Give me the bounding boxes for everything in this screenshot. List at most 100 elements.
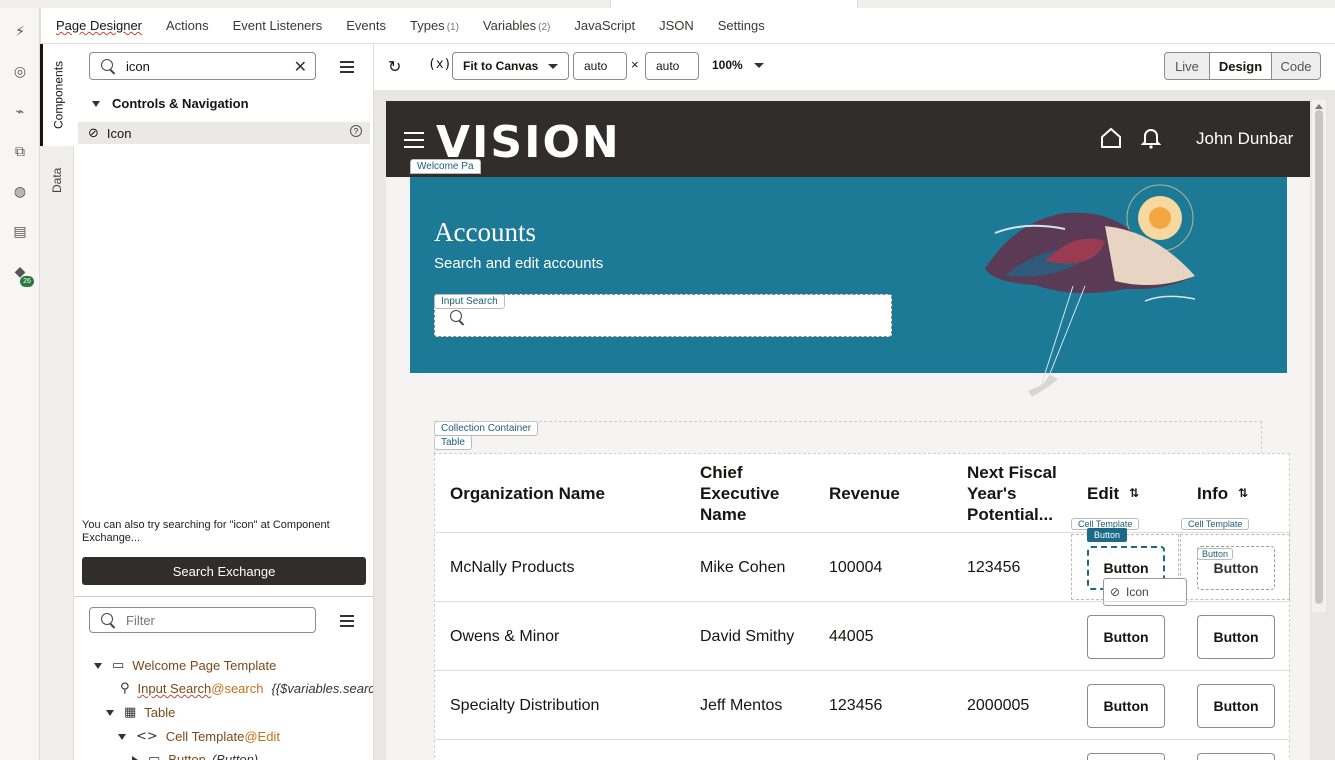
- menu-icon[interactable]: [340, 615, 354, 627]
- times-sign: ×: [631, 57, 639, 72]
- row2-info-button[interactable]: Button: [1197, 615, 1275, 659]
- user-name[interactable]: John Dunbar: [1196, 129, 1293, 149]
- tab-json[interactable]: JSON: [659, 18, 694, 33]
- icon-component-icon: ⊘: [88, 125, 99, 141]
- row3-ceo: Jeff Mentos: [700, 697, 783, 714]
- tree-item-table[interactable]: ▦ Table: [106, 705, 175, 720]
- app-header: VISION John Dunbar: [386, 101, 1310, 177]
- tab-settings[interactable]: Settings: [718, 18, 765, 33]
- row3-revenue: 123456: [829, 697, 883, 714]
- document-icon[interactable]: ▤: [10, 222, 30, 242]
- tab-variables[interactable]: Variables (2): [483, 18, 550, 33]
- live-mode-button[interactable]: Live: [1164, 52, 1210, 80]
- tab-components[interactable]: Components: [40, 44, 74, 146]
- row2-edit-button[interactable]: Button: [1087, 615, 1165, 659]
- component-item-icon[interactable]: ⊘ Icon ?: [78, 122, 370, 144]
- code-mode-button[interactable]: Code: [1271, 52, 1321, 80]
- header-organization-name[interactable]: Organization Name: [450, 483, 670, 504]
- page-preview: VISION John Dunbar Welcome Pa ⌂ Accounts…: [386, 101, 1310, 760]
- tree-item-welcome-page-template[interactable]: ▭ Welcome Page Template: [94, 658, 276, 673]
- canvas-scrollbar[interactable]: [1312, 100, 1326, 612]
- search-exchange-button[interactable]: Search Exchange: [82, 557, 366, 585]
- sort-icon[interactable]: ⇅: [1129, 483, 1139, 504]
- variables-icon[interactable]: (x): [428, 57, 451, 72]
- width-input[interactable]: auto: [573, 52, 627, 80]
- row4-edit-button[interactable]: [1087, 753, 1165, 760]
- row-divider: [435, 670, 1291, 671]
- header-info[interactable]: Info ⇅: [1197, 483, 1287, 504]
- group-controls-navigation[interactable]: Controls & Navigation: [92, 96, 249, 111]
- chevron-down-icon: [118, 733, 126, 740]
- clear-icon[interactable]: ✕: [294, 57, 307, 76]
- row3-edit-button[interactable]: Button: [1087, 684, 1165, 728]
- page-subtitle: Search and edit accounts: [434, 255, 604, 272]
- tree-item-cell-template[interactable]: <> Cell Template @Edit: [118, 729, 280, 744]
- filter-input[interactable]: Filter: [89, 607, 316, 633]
- row-divider: [435, 601, 1291, 602]
- side-tabs: Components Data: [40, 44, 74, 760]
- row1-org: McNally Products: [450, 559, 575, 576]
- code-icon: <>: [136, 729, 158, 744]
- info-button-label[interactable]: Button: [1197, 548, 1234, 560]
- row4-info-button[interactable]: [1197, 753, 1275, 760]
- hero-illustration: [985, 184, 1196, 387]
- designer-tabs: Page Designer Actions Event Listeners Ev…: [40, 8, 1335, 44]
- chevron-down-icon: [94, 662, 102, 669]
- tab-actions[interactable]: Actions: [166, 18, 209, 33]
- header-next-fiscal[interactable]: Next Fiscal Year's Potential...: [967, 462, 1067, 525]
- height-input[interactable]: auto: [645, 52, 699, 80]
- row3-org: Specialty Distribution: [450, 697, 600, 714]
- chevron-right-icon: [132, 755, 138, 760]
- scroll-up-icon[interactable]: [1315, 104, 1323, 109]
- sort-icon[interactable]: ⇅: [1238, 483, 1248, 504]
- header-edit[interactable]: Edit ⇅: [1087, 483, 1177, 504]
- row3-info-button[interactable]: Button: [1197, 684, 1275, 728]
- zoom-chevron-icon[interactable]: [754, 63, 764, 68]
- refresh-icon[interactable]: ↻: [388, 57, 401, 76]
- tree-item-button[interactable]: ▭ Button (Button): [132, 752, 258, 760]
- scroll-thumb[interactable]: [1315, 110, 1323, 604]
- tab-page-designer[interactable]: Page Designer: [56, 18, 142, 33]
- zoom-select[interactable]: 100%: [712, 58, 743, 72]
- accounts-table: Organization Name Chief Executive Name R…: [434, 453, 1291, 760]
- tab-types[interactable]: Types (1): [410, 18, 459, 33]
- tab-data[interactable]: Data: [40, 156, 74, 204]
- home-icon[interactable]: [1100, 127, 1122, 149]
- exchange-hint: You can also try searching for "icon" at…: [82, 519, 330, 544]
- cell-template-info-label[interactable]: Cell Template: [1181, 518, 1250, 530]
- help-icon[interactable]: ?: [350, 125, 362, 137]
- puzzle-icon[interactable]: ⧉: [10, 142, 30, 162]
- bell-icon[interactable]: [1140, 127, 1162, 149]
- component-search[interactable]: icon ✕: [89, 52, 316, 80]
- design-mode-button[interactable]: Design: [1209, 52, 1272, 80]
- tab-javascript[interactable]: JavaScript: [574, 18, 635, 33]
- welcome-page-label[interactable]: Welcome Pa: [410, 159, 481, 174]
- search-icon: [100, 58, 116, 74]
- selected-button-label[interactable]: Button: [1087, 528, 1128, 542]
- tab-event-listeners[interactable]: Event Listeners: [233, 18, 323, 33]
- input-search-label[interactable]: Input Search: [434, 294, 505, 309]
- chevron-down-icon: [106, 709, 114, 716]
- row-divider: [435, 739, 1291, 740]
- row3-next: 2000005: [967, 697, 1030, 714]
- search-icon: [100, 612, 116, 628]
- row2-org: Owens & Minor: [450, 628, 560, 645]
- lightning-icon[interactable]: ⚡: [10, 22, 30, 42]
- fit-to-canvas-select[interactable]: Fit to Canvas: [452, 52, 569, 80]
- target-icon[interactable]: ◎: [10, 62, 30, 82]
- header-divider: [435, 532, 1291, 533]
- tree-item-input-search[interactable]: ⚲ Input Search @search {{$variables.sear…: [120, 681, 373, 696]
- row2-ceo: David Smithy: [700, 628, 795, 645]
- table-label[interactable]: Table: [434, 435, 472, 450]
- button-icon: ▭: [148, 752, 161, 760]
- tab-events[interactable]: Events: [346, 18, 386, 33]
- header-revenue[interactable]: Revenue: [829, 483, 949, 504]
- header-chief-executive-name[interactable]: Chief Executive Name: [700, 462, 810, 525]
- chevron-down-icon: [92, 100, 100, 107]
- plug-icon[interactable]: ⌁: [10, 102, 30, 122]
- collection-container-label[interactable]: Collection Container: [434, 421, 539, 436]
- search-icon: ⚲: [120, 681, 130, 696]
- hamburger-icon[interactable]: [404, 132, 424, 148]
- globe-icon[interactable]: ◍: [10, 182, 30, 202]
- menu-icon[interactable]: [340, 61, 354, 73]
